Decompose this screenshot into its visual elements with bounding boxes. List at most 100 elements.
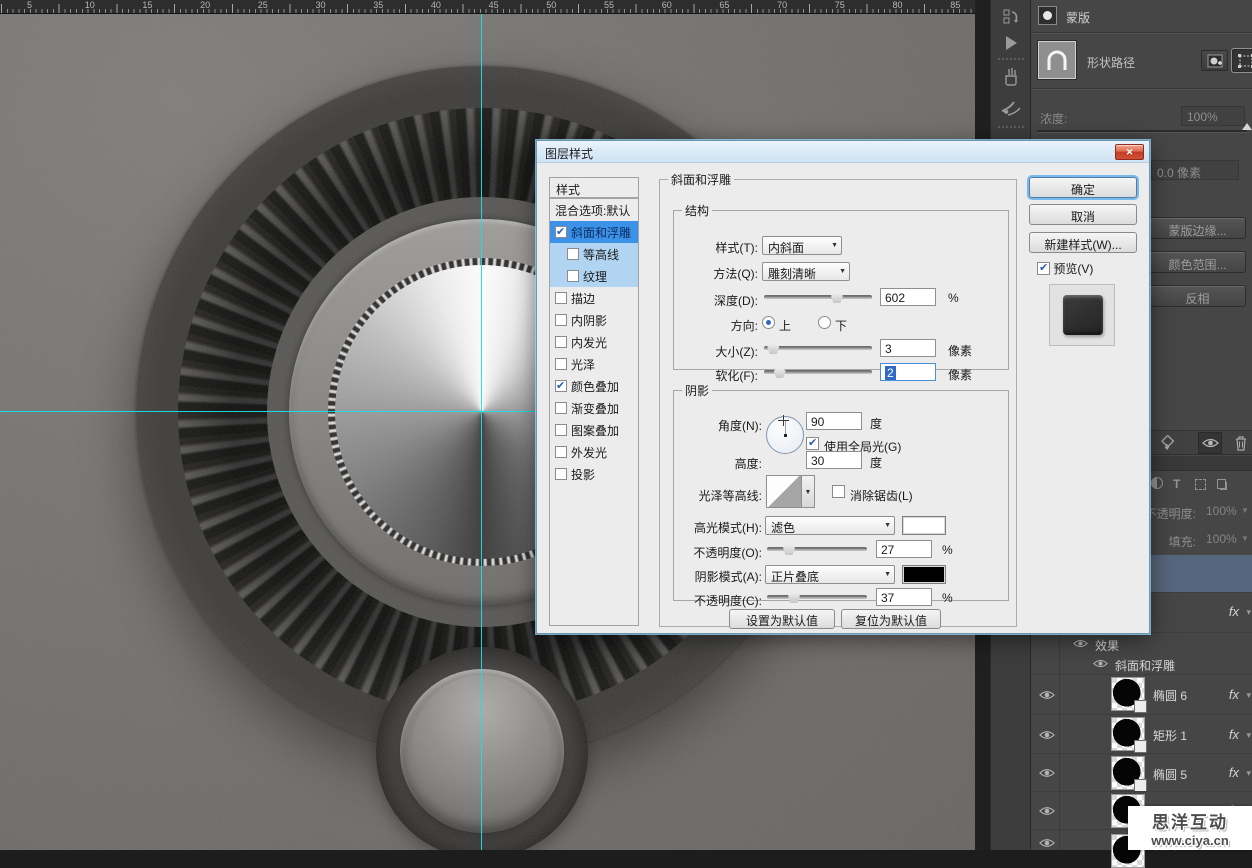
layer-thumbnail[interactable] — [1111, 756, 1145, 790]
depth-field[interactable]: 602 — [880, 288, 936, 306]
anti-alias-checkbox[interactable] — [832, 485, 845, 498]
size-slider-thumb[interactable] — [767, 342, 779, 354]
shadow-opacity-field[interactable]: 37 — [876, 588, 932, 606]
angle-field[interactable]: 90 — [806, 412, 862, 430]
checkbox-icon[interactable] — [567, 270, 579, 282]
layer-row[interactable]: 椭圆 5 fx ▾ — [1031, 753, 1252, 791]
shadow-color-swatch[interactable] — [902, 565, 946, 584]
effect-eye-icon[interactable] — [1093, 658, 1108, 669]
collapse-effects-icon[interactable]: ▾ — [1246, 730, 1251, 741]
close-icon[interactable]: ✕ — [1115, 144, 1144, 160]
fx-badge[interactable]: fx — [1229, 604, 1239, 619]
collapse-effects-icon[interactable]: ▾ — [1246, 690, 1251, 701]
brush-presets-panel-icon[interactable] — [996, 64, 1026, 90]
checkbox-icon[interactable] — [555, 402, 567, 414]
style-item-color-overlay[interactable]: 颜色叠加 — [550, 375, 638, 397]
soften-slider-thumb[interactable] — [774, 366, 786, 378]
add-pixel-mask-button[interactable] — [1201, 50, 1228, 71]
cancel-button[interactable]: 取消 — [1029, 204, 1137, 225]
density-slider[interactable] — [1037, 130, 1247, 133]
gloss-contour-thumbnail[interactable] — [766, 475, 802, 508]
shadow-mode-select[interactable]: 正片叠底 — [765, 565, 895, 584]
fill-dropdown-arrow[interactable]: ▼ — [1241, 534, 1249, 543]
style-item-drop-shadow[interactable]: 投影 — [550, 463, 638, 485]
direction-down-radio[interactable] — [818, 316, 831, 329]
checkbox-checked-icon[interactable] — [555, 226, 567, 238]
altitude-field[interactable]: 30 — [806, 451, 862, 469]
set-default-button[interactable]: 设置为默认值 — [729, 609, 835, 629]
style-item-satin[interactable]: 光泽 — [550, 353, 638, 375]
preview-checkbox[interactable] — [1037, 262, 1050, 275]
style-item-stroke[interactable]: 描边 — [550, 287, 638, 309]
layer-name[interactable]: 椭圆 6 — [1153, 687, 1187, 704]
checkbox-icon[interactable] — [567, 248, 579, 260]
density-value[interactable]: 100% — [1181, 106, 1245, 126]
layer-row[interactable]: 矩形 1 fx ▾ — [1031, 714, 1252, 753]
size-slider[interactable] — [764, 346, 872, 350]
style-item-outer-glow[interactable]: 外发光 — [550, 441, 638, 463]
layer-eye-icon[interactable] — [1039, 805, 1055, 817]
mask-visibility-toggle[interactable] — [1198, 432, 1222, 454]
layer-eye-icon[interactable] — [1039, 729, 1055, 741]
opacity-value[interactable]: 100% — [1201, 501, 1241, 521]
color-range-button[interactable]: 颜色范围... — [1149, 251, 1246, 273]
style-select[interactable]: 内斜面 — [762, 236, 842, 255]
highlight-opacity-thumb[interactable] — [783, 543, 795, 555]
filter-smart-object-icon[interactable] — [1217, 479, 1226, 489]
size-field[interactable]: 3 — [880, 339, 936, 357]
new-style-button[interactable]: 新建样式(W)... — [1029, 232, 1137, 253]
layer-eye-icon[interactable] — [1039, 689, 1055, 701]
style-item-pattern-overlay[interactable]: 图案叠加 — [550, 419, 638, 441]
global-light-checkbox[interactable] — [806, 437, 819, 450]
checkbox-icon[interactable] — [555, 424, 567, 436]
actions-panel-icon[interactable] — [996, 30, 1026, 56]
fx-badge[interactable]: fx — [1229, 765, 1239, 780]
shadow-opacity-slider[interactable] — [767, 595, 867, 599]
soften-slider[interactable] — [764, 370, 872, 374]
checkbox-checked-icon[interactable] — [555, 380, 567, 392]
highlight-opacity-slider[interactable] — [767, 547, 867, 551]
layer-name[interactable]: 椭圆 5 — [1153, 766, 1187, 783]
style-item-blending-options[interactable]: 混合选项:默认 — [550, 199, 638, 221]
highlight-opacity-field[interactable]: 27 — [876, 540, 932, 558]
style-item-bevel-emboss[interactable]: 斜面和浮雕 — [550, 221, 638, 243]
style-item-gradient-overlay[interactable]: 渐变叠加 — [550, 397, 638, 419]
fx-badge[interactable]: fx — [1229, 687, 1239, 702]
layer-name[interactable]: 矩形 1 — [1153, 727, 1187, 744]
fx-badge[interactable]: fx — [1229, 727, 1239, 742]
shape-path-mask-thumbnail[interactable] — [1038, 41, 1076, 79]
checkbox-icon[interactable] — [555, 314, 567, 326]
style-item-inner-shadow[interactable]: 内阴影 — [550, 309, 638, 331]
checkbox-icon[interactable] — [555, 468, 567, 480]
style-item-contour[interactable]: 等高线 — [550, 243, 638, 265]
layer-eye-icon[interactable] — [1039, 837, 1055, 849]
ok-button[interactable]: 确定 — [1029, 177, 1137, 198]
effect-item-row[interactable]: 斜面和浮雕 — [1031, 653, 1252, 674]
checkbox-icon[interactable] — [555, 358, 567, 370]
layer-thumbnail[interactable] — [1111, 677, 1145, 711]
style-item-texture[interactable]: 纹理 — [550, 265, 638, 287]
checkbox-icon[interactable] — [555, 292, 567, 304]
filter-type-icon[interactable]: T — [1173, 477, 1180, 491]
highlight-color-swatch[interactable] — [902, 516, 946, 535]
layer-eye-icon[interactable] — [1039, 767, 1055, 779]
layer-thumbnail[interactable] — [1111, 717, 1145, 751]
opacity-dropdown-arrow[interactable]: ▼ — [1241, 506, 1249, 515]
collapse-effects-icon[interactable]: ▾ — [1246, 768, 1251, 779]
brush-panel-icon[interactable] — [996, 94, 1026, 120]
collapse-effects-icon[interactable]: ▾ — [1246, 607, 1251, 618]
gloss-contour-dropdown-arrow[interactable]: ▼ — [802, 475, 815, 508]
vector-mask-button[interactable] — [1232, 49, 1252, 72]
layer-row[interactable]: 椭圆 6 fx ▾ — [1031, 674, 1252, 714]
preview-option[interactable]: 预览(V) — [1037, 260, 1093, 277]
apply-mask-icon[interactable] — [1159, 435, 1175, 451]
feather-value[interactable]: 0.0 像素 — [1151, 160, 1239, 180]
effects-eye-icon[interactable] — [1073, 638, 1088, 649]
filter-shape-icon[interactable] — [1195, 479, 1206, 490]
depth-slider[interactable] — [764, 295, 872, 299]
effects-row[interactable]: 效果 — [1031, 632, 1252, 653]
filter-adjustment-icon[interactable] — [1151, 477, 1163, 489]
direction-up-radio[interactable] — [762, 316, 775, 329]
mask-edge-button[interactable]: 蒙版边缘... — [1149, 217, 1246, 239]
delete-mask-icon[interactable] — [1234, 435, 1248, 451]
